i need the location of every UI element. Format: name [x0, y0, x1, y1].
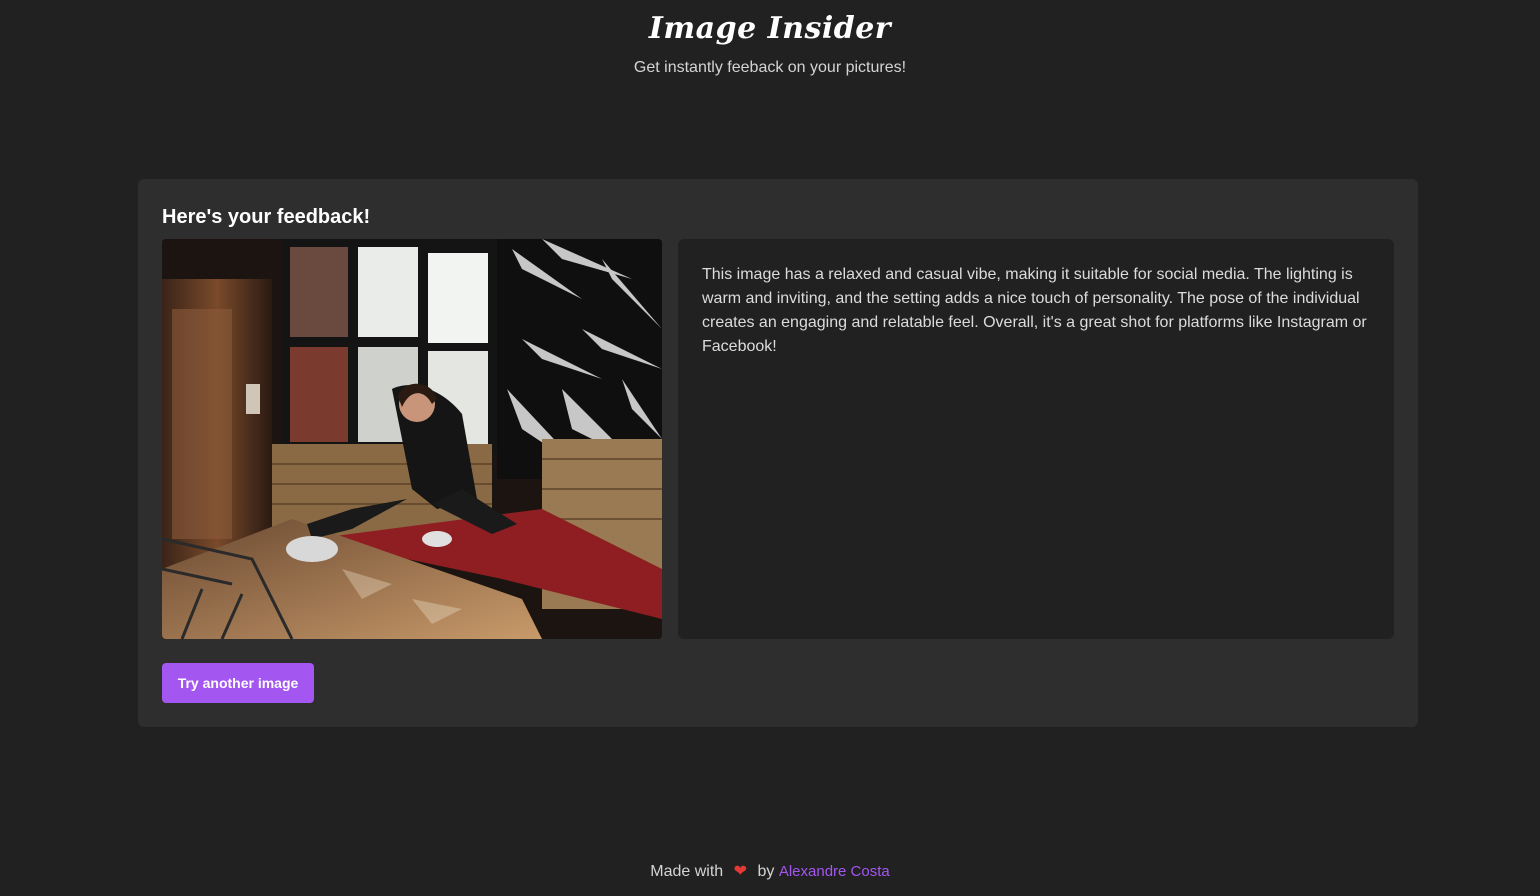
uploaded-photo: [162, 239, 662, 639]
feedback-card: Here's your feedback! This image has a r…: [138, 179, 1418, 727]
footer-by: by: [757, 863, 775, 880]
app-subtitle: Get instantly feeback on your pictures!: [633, 59, 907, 76]
footer-made-with: Made with: [650, 863, 724, 880]
author-link[interactable]: Alexandre Costa: [779, 863, 890, 880]
feedback-panel: This image has a relaxed and casual vibe…: [678, 239, 1394, 639]
photo-illustration: [162, 239, 662, 639]
app-root: Image Insider Get instantly feeback on y…: [0, 0, 1540, 896]
feedback-text: This image has a relaxed and casual vibe…: [702, 266, 1367, 355]
header: Image Insider Get instantly feeback on y…: [0, 8, 1540, 78]
footer: Made with ❤ by Alexandre Costa: [0, 860, 1540, 884]
app-title: Image Insider: [648, 11, 892, 46]
feedback-heading: Here's your feedback!: [162, 206, 371, 228]
heart-icon: ❤: [733, 863, 748, 880]
try-another-image-button[interactable]: Try another image: [162, 663, 314, 703]
